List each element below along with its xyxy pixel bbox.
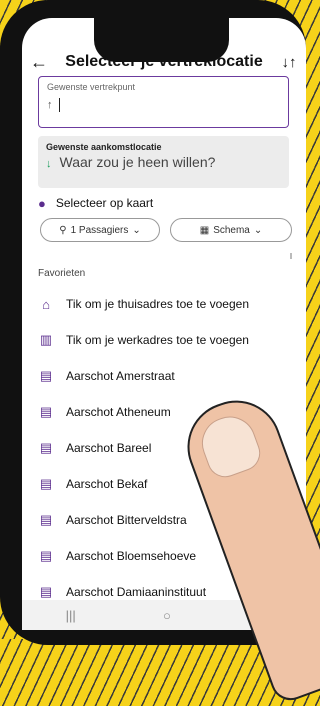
back-arrow-icon[interactable]: ← <box>22 52 56 73</box>
fingernail <box>194 409 266 483</box>
arrival-placeholder: Waar zou je heen willen? <box>59 154 216 170</box>
bus-icon: ▤ <box>39 404 53 419</box>
schedule-chip[interactable]: ▦ Schema ⌄ <box>170 218 292 242</box>
recent-apps-icon[interactable]: ||| <box>66 608 76 623</box>
departure-label: Gewenste vertrekpunt <box>47 82 136 92</box>
chevron-down-icon: ⌄ <box>253 224 263 236</box>
arrival-arrow-icon: ↓ <box>46 158 52 170</box>
select-on-map-button[interactable]: ● Selecteer op kaart <box>38 191 153 215</box>
bus-icon: ▤ <box>39 512 53 527</box>
list-item-label: Tik om je werkadres toe te voegen <box>66 333 249 347</box>
list-item-label: Aarschot Atheneum <box>66 405 171 419</box>
swap-icon[interactable]: ↓↑ <box>272 54 306 71</box>
list-item-label: Aarschot Bloemsehoeve <box>66 549 197 563</box>
favorites-heading: Favorieten <box>38 268 86 279</box>
departure-arrow-icon: ↑ <box>47 98 53 111</box>
list-item-work[interactable]: ▥ Tik om je werkadres toe te voegen <box>38 322 298 358</box>
work-icon: ▥ <box>39 332 53 347</box>
bus-icon: ▤ <box>39 368 53 383</box>
bus-icon: ▤ <box>39 548 53 563</box>
camera-notch <box>94 18 229 62</box>
map-pin-icon: ● <box>38 195 46 211</box>
list-item-label: Aarschot Bitterveldstra <box>66 513 187 527</box>
scrollbar <box>290 253 292 259</box>
arrival-field[interactable]: Gewenste aankomstlocatie ↓ Waar zou je he… <box>38 136 289 188</box>
schedule-label: Schema <box>213 224 250 236</box>
home-icon: ⌂ <box>42 296 50 312</box>
home-button-icon[interactable]: ○ <box>163 608 171 623</box>
list-item-label: Aarschot Bekaf <box>66 477 148 491</box>
list-item-home[interactable]: ⌂ Tik om je thuisadres toe te voegen <box>38 286 298 322</box>
list-item-label: Aarschot Bareel <box>66 441 152 455</box>
bus-icon: ▤ <box>39 476 53 491</box>
list-item-label: Aarschot Amerstraat <box>66 369 175 383</box>
arrival-label: Gewenste aankomstlocatie <box>46 142 162 152</box>
bus-icon: ▤ <box>39 584 53 599</box>
list-item-label: Aarschot Damiaaninstituut <box>66 585 207 599</box>
select-on-map-label: Selecteer op kaart <box>55 196 154 210</box>
calendar-icon: ▦ <box>199 224 210 236</box>
departure-field[interactable]: Gewenste vertrekpunt ↑ <box>38 76 289 128</box>
person-icon: ⚲ <box>59 224 67 236</box>
text-cursor <box>58 98 60 112</box>
list-item-stop[interactable]: ▤ Aarschot Amerstraat <box>38 358 298 394</box>
bus-icon: ▤ <box>39 440 53 455</box>
list-item-label: Tik om je thuisadres toe te voegen <box>66 297 249 311</box>
filter-chips: ⚲ 1 Passagiers ⌄ ▦ Schema ⌄ <box>40 218 292 242</box>
chevron-down-icon: ⌄ <box>132 224 141 236</box>
passengers-label: 1 Passagiers <box>70 224 129 236</box>
passengers-chip[interactable]: ⚲ 1 Passagiers ⌄ <box>40 218 160 242</box>
